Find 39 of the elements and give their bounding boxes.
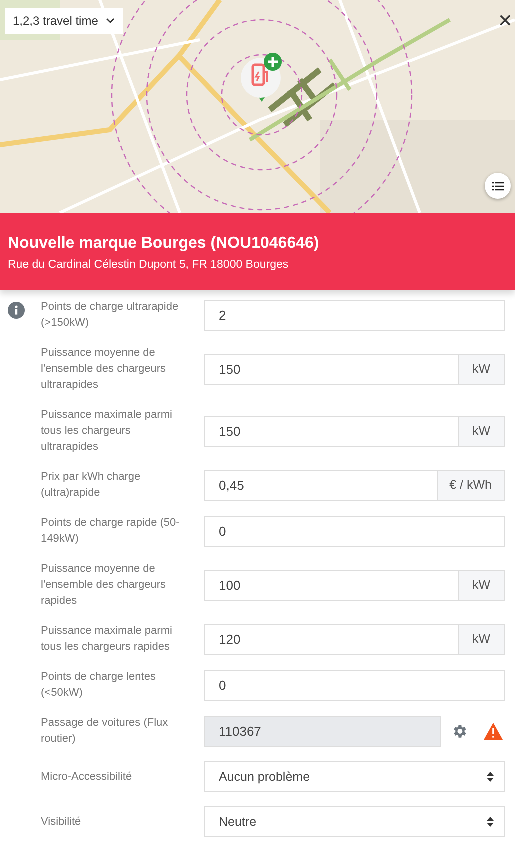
chevron-icon — [106, 18, 116, 24]
sort-caret-icon — [487, 816, 494, 826]
select-dropdown[interactable]: Aucun problème — [204, 761, 505, 792]
unit-label: kW — [459, 354, 505, 384]
unit-label: € / kWh — [438, 470, 505, 500]
field-label: Visibilité — [41, 814, 82, 830]
field-label: Points de charge rapide (50-149kW) — [41, 516, 181, 547]
input-field[interactable]: 0,45 — [204, 470, 438, 500]
field-label: Puissance moyenne de l'ensemble des chargeurs rapides — [41, 562, 168, 609]
field-label: Points de charge ultrarapide (>150kW) — [41, 300, 180, 331]
sort-caret-icon — [487, 772, 494, 782]
field-label: Puissance maximale parmi tous les chargeurs ultrarapides — [41, 408, 174, 455]
input-field[interactable]: 0 — [204, 670, 505, 700]
select-dropdown[interactable]: Neutre — [204, 806, 505, 837]
input-field[interactable]: 150 — [204, 354, 459, 384]
list-icon — [492, 182, 504, 190]
field-label: Prix par kWh charge (ultra)rapide — [41, 470, 142, 501]
field-label: Puissance moyenne de l'ensemble des chargeurs ultrarapides — [41, 346, 168, 393]
input-field[interactable]: 100 — [204, 570, 459, 600]
input-field[interactable]: 120 — [204, 624, 459, 654]
location-address: Rue du Cardinal Célestin Dupont 5, FR 18000 Bourges — [8, 259, 290, 271]
unit-label: kW — [459, 570, 505, 600]
select-value: Neutre — [219, 814, 257, 828]
info-icon[interactable] — [8, 302, 25, 319]
unit-label: kW — [459, 624, 505, 654]
field-label: Points de charge lentes (<50kW) — [41, 670, 157, 701]
input-field[interactable]: 2 — [204, 300, 505, 330]
field-label: Micro-Accessibilité — [41, 770, 134, 784]
field-label: Passage de voitures (Flux routier) — [41, 716, 170, 747]
close-button[interactable]: ✕ — [498, 13, 513, 31]
settings-icon[interactable] — [451, 722, 468, 740]
input-field: 110367 — [204, 716, 441, 746]
input-field[interactable]: 0 — [204, 516, 505, 546]
location-title: Nouvelle marque Bourges (NOU1046646) — [8, 235, 320, 253]
travel-time-dropdown[interactable]: 1,2,3 travel time — [5, 8, 124, 34]
field-label: Puissance maximale parmi tous les chargeurs rapides — [41, 624, 174, 655]
input-field[interactable]: 150 — [204, 416, 459, 446]
unit-label: kW — [459, 416, 505, 446]
select-value: Aucun problème — [219, 770, 310, 784]
